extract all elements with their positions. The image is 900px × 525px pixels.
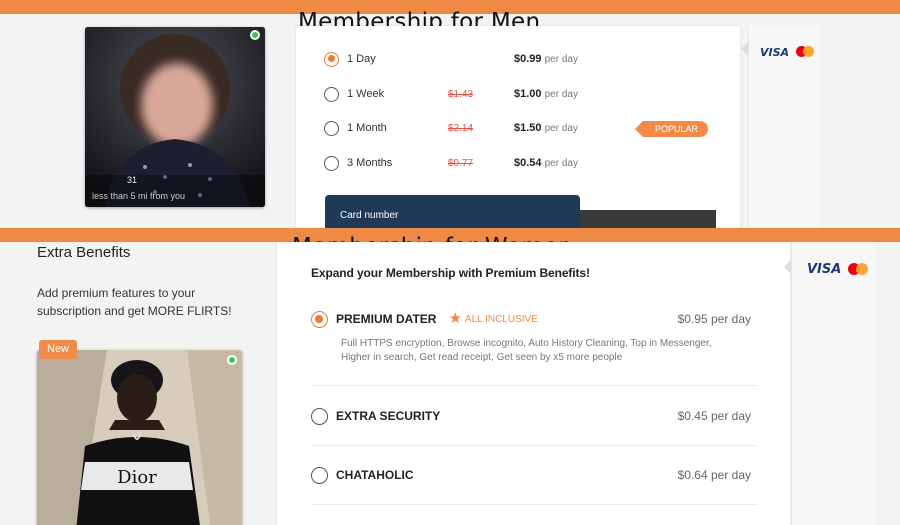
plan-old-price: $0.77	[448, 157, 474, 169]
mastercard-logo	[847, 262, 868, 275]
benefit-name: CHATAHOLIC	[336, 468, 414, 482]
radio-icon[interactable]	[324, 155, 339, 171]
plan-label: 3 Months	[347, 157, 393, 169]
benefit-price: $0.95 per day	[677, 312, 751, 326]
benefit-description: Full HTTPS encryption, Browse incognito,…	[341, 338, 712, 363]
benefit-name: EXTRA SECURITY	[336, 409, 441, 423]
profile-age: 31	[127, 175, 138, 185]
radio-icon[interactable]	[324, 120, 339, 136]
online-status-icon	[250, 30, 260, 40]
plan-price: $1.00 per day	[514, 88, 578, 100]
profile-photo	[85, 27, 265, 207]
visa-logo: VISA	[807, 262, 842, 277]
plan-old-price: $2.14	[448, 122, 474, 134]
radio-icon[interactable]	[311, 466, 328, 484]
new-badge: New	[39, 340, 78, 359]
plan-label: 1 Day	[347, 53, 376, 65]
radio-icon[interactable]	[324, 86, 339, 102]
plan-row-1-week[interactable]: 1 Week $1.43 $1.00 per day	[324, 84, 578, 104]
plan-label: 1 Week	[347, 88, 385, 100]
popular-badge: POPULAR	[634, 121, 709, 137]
radio-selected-icon[interactable]	[311, 310, 328, 328]
plan-price: $0.99 per day	[514, 53, 578, 65]
profile-distance: less than 5 mi from you	[92, 191, 186, 201]
extra-benefits-text: Add premium features to your subscriptio…	[37, 286, 232, 318]
plan-label: 1 Month	[347, 122, 387, 134]
plan-row-3-months[interactable]: 3 Months $0.77 $0.54 per day	[324, 153, 578, 173]
payment-methods-box: VISA	[784, 242, 876, 525]
men-membership-panel: Membership for Men 31 less than 5 mi fro…	[0, 0, 900, 228]
visa-logo: VISA	[760, 46, 790, 59]
mastercard-logo	[795, 46, 814, 58]
benefit-extra-security[interactable]: EXTRA SECURITY $0.45 per day	[311, 407, 757, 425]
svg-text:Dior: Dior	[117, 467, 157, 488]
card-number-label: Card number	[340, 210, 399, 221]
payment-methods-box: VISA	[741, 26, 820, 228]
online-status-icon	[227, 355, 237, 365]
men-plans-card: 1 Day $0.99 per day 1 Week $1.43 $1.00 p…	[296, 26, 740, 228]
plan-row-1-day[interactable]: 1 Day $0.99 per day	[324, 49, 578, 69]
extra-benefits-title: Extra Benefits	[37, 244, 131, 261]
plan-price: $0.54 per day	[514, 157, 578, 169]
card-form-background	[580, 210, 716, 228]
pointer-notch	[741, 42, 748, 56]
profile-photo-card[interactable]: Dior	[37, 350, 242, 525]
radio-selected-icon[interactable]	[324, 51, 339, 67]
pointer-notch	[784, 260, 791, 274]
star-icon: ★	[448, 310, 462, 327]
women-benefits-card: Expand your Membership with Premium Bene…	[277, 242, 790, 525]
plan-old-price: $1.43	[448, 88, 474, 100]
radio-icon[interactable]	[311, 407, 328, 425]
benefit-price: $0.64 per day	[677, 468, 751, 482]
divider	[311, 385, 757, 386]
plan-price: $1.50 per day	[514, 122, 578, 134]
divider	[311, 504, 757, 505]
card-form: Card number	[325, 195, 580, 228]
plan-row-1-month[interactable]: 1 Month $2.14 $1.50 per day	[324, 118, 578, 138]
benefit-price: $0.45 per day	[677, 409, 751, 423]
profile-photo-card[interactable]: 31 less than 5 mi from you	[85, 27, 265, 207]
benefit-premium-dater[interactable]: PREMIUM DATER ★ ALL INCLUSIVE $0.95 per …	[311, 310, 757, 365]
profile-photo: Dior	[37, 350, 242, 525]
women-membership-panel: Membership for Women Extra Benefits Add …	[0, 228, 900, 525]
benefit-name: PREMIUM DATER	[336, 312, 437, 326]
expand-membership-text: Expand your Membership with Premium Bene…	[311, 266, 590, 280]
all-inclusive-tag: ALL INCLUSIVE	[464, 313, 538, 325]
divider	[311, 445, 757, 446]
benefit-chataholic[interactable]: CHATAHOLIC $0.64 per day	[311, 466, 757, 484]
